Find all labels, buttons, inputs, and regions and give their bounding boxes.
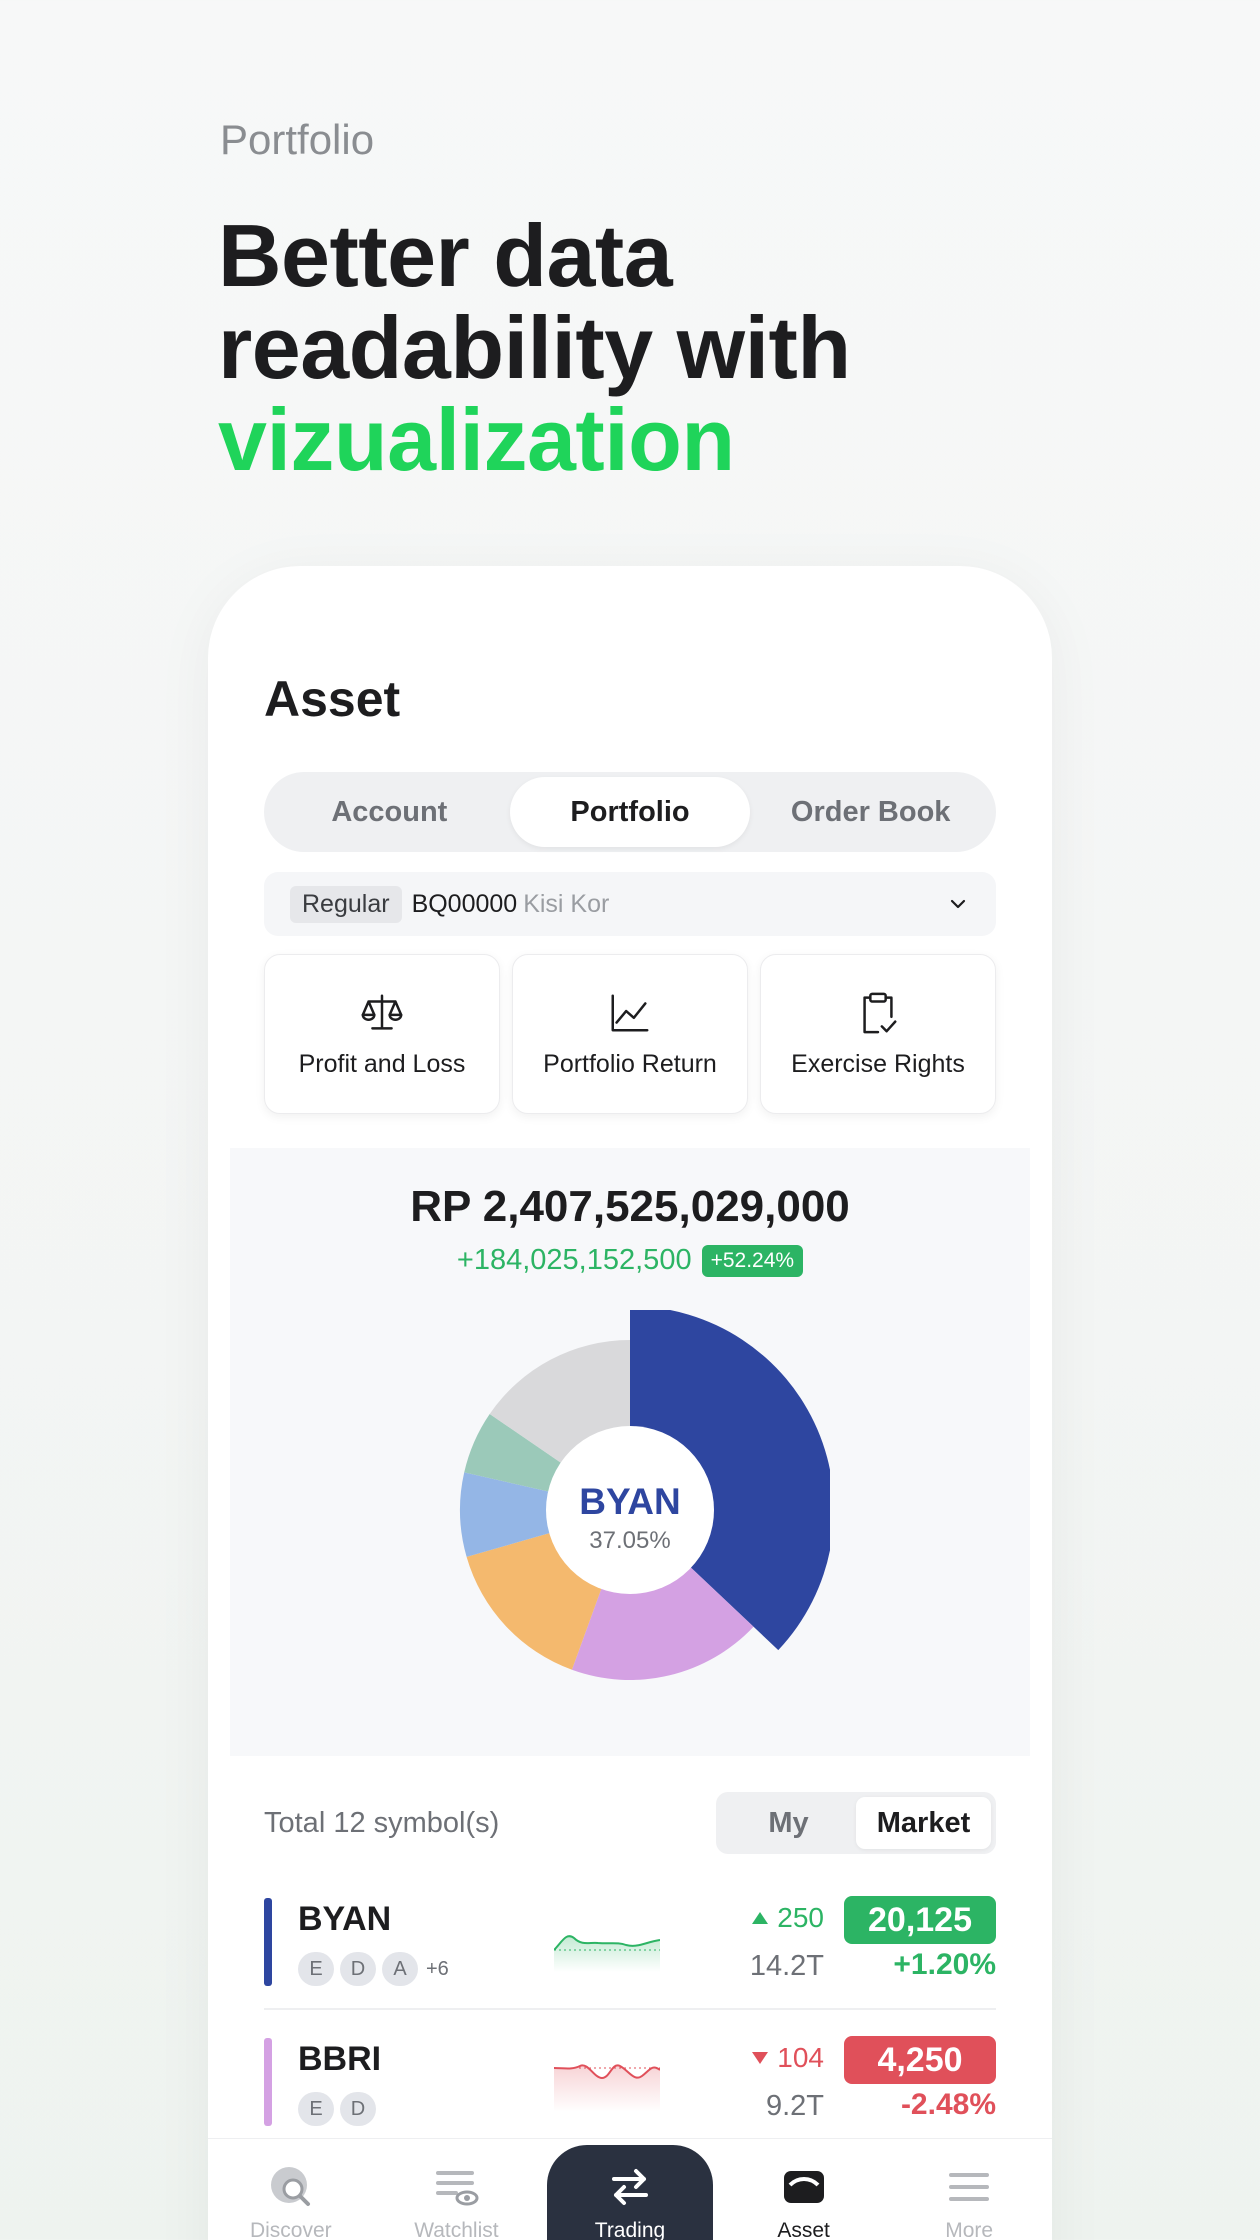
holding-color-bar: [264, 1898, 272, 1986]
holding-change-value: 250: [777, 1902, 824, 1933]
badge-e: E: [298, 1952, 334, 1986]
donut-center-percent: 37.05%: [589, 1527, 670, 1554]
row-divider: [264, 2008, 996, 2010]
toggle-market[interactable]: Market: [856, 1797, 991, 1849]
bottom-nav: Discover Watchlist Trading Asset More: [208, 2138, 1052, 2240]
badge-a: A: [382, 1952, 418, 1986]
holding-price: 4,250: [844, 2036, 996, 2084]
holding-price: 20,125: [844, 1896, 996, 1944]
nav-discover-label: Discover: [249, 2219, 332, 2240]
my-market-toggle: My Market: [716, 1792, 996, 1854]
holding-change: 250: [751, 1902, 824, 1934]
symbols-bar: Total 12 symbol(s) My Market: [264, 1792, 996, 1854]
badge-d: D: [340, 2092, 376, 2126]
nav-asset[interactable]: Asset: [721, 2139, 887, 2240]
nav-discover[interactable]: Discover: [208, 2139, 374, 2240]
sparkline-up: [554, 1935, 660, 1972]
holding-symbol: BYAN: [298, 1900, 392, 1938]
holding-change: 104: [751, 2042, 824, 2074]
nav-watchlist[interactable]: Watchlist: [374, 2139, 540, 2240]
nav-more[interactable]: More: [886, 2139, 1052, 2240]
nav-asset-label: Asset: [777, 2219, 830, 2240]
holding-row[interactable]: BBRI E D 104 9.2T 4,250 -2.48%: [264, 2032, 996, 2152]
headline-line-2: readability with: [218, 298, 851, 397]
portfolio-gain-badge: +52.24%: [701, 1244, 804, 1277]
portfolio-return-label: Portfolio Return: [543, 1049, 717, 1078]
headline-accent: vizualization: [218, 390, 735, 489]
donut-center-symbol: BYAN: [579, 1481, 680, 1522]
scale-icon: [361, 994, 403, 1030]
headline-line-1: Better data: [218, 206, 673, 305]
watchlist-icon: [436, 2171, 479, 2206]
badge-e: E: [298, 2092, 334, 2126]
holding-percent: -2.48%: [900, 2088, 996, 2121]
swap-arrows-icon: [611, 2169, 648, 2205]
profit-and-loss-button[interactable]: Profit and Loss: [264, 954, 500, 1114]
holding-change-value: 104: [777, 2042, 824, 2073]
tab-portfolio[interactable]: Portfolio: [509, 777, 751, 847]
clipboard-check-icon: [863, 992, 897, 1033]
holding-color-bar: [264, 2038, 272, 2126]
hero-headline: Better data readability with vizualizati…: [218, 210, 851, 486]
wallet-icon: [783, 2171, 824, 2203]
portfolio-gain-row: +184,025,152,500 +52.24%: [230, 1244, 1030, 1277]
account-name: Kisi Kor: [523, 889, 610, 918]
account-type-tag: Regular: [290, 885, 402, 923]
account-number: BQ00000: [411, 889, 518, 918]
triangle-down-icon: [752, 2052, 769, 2064]
allocation-donut-chart[interactable]: BYAN 37.05%: [430, 1310, 830, 1710]
portfolio-return-button[interactable]: Portfolio Return: [512, 954, 748, 1114]
symbol-count: Total 12 symbol(s): [264, 1806, 500, 1839]
quick-actions: Profit and Loss Portfolio Return Exercis…: [264, 954, 996, 1114]
asset-tabs: Account Portfolio Order Book: [264, 772, 996, 852]
badge-d: D: [340, 1952, 376, 1986]
holding-volume: 9.2T: [765, 2090, 824, 2122]
page-title: Asset: [264, 671, 401, 727]
badge-more: +6: [426, 1957, 449, 1980]
line-chart-icon: [611, 994, 649, 1031]
holding-symbol: BBRI: [298, 2040, 382, 2078]
sparkline-down: [554, 2064, 660, 2112]
phone-screen: Asset Account Portfolio Order Book Regul…: [208, 566, 1052, 2240]
discover-icon: [270, 2167, 310, 2206]
triangle-up-icon: [752, 1912, 769, 1924]
exercise-rights-button[interactable]: Exercise Rights: [760, 954, 996, 1114]
portfolio-gain-value: +184,025,152,500: [456, 1244, 692, 1276]
nav-trading[interactable]: Trading: [547, 2145, 713, 2240]
menu-icon: [949, 2173, 990, 2201]
nav-trading-label: Trading: [594, 2219, 666, 2240]
profit-and-loss-label: Profit and Loss: [298, 1049, 466, 1078]
holding-badges: E D A +6: [298, 1952, 449, 1986]
holding-percent: +1.20%: [893, 1948, 996, 1981]
portfolio-total-value: RP 2,407,525,029,000: [410, 1182, 850, 1231]
holding-row[interactable]: BYAN E D A +6 250 14.2T 20,125 +1.20%: [264, 1892, 996, 2012]
exercise-rights-label: Exercise Rights: [791, 1049, 965, 1078]
portfolio-summary: RP 2,407,525,029,000 +184,025,152,500 +5…: [230, 1148, 1030, 1756]
tab-account[interactable]: Account: [269, 777, 510, 847]
toggle-my[interactable]: My: [721, 1797, 856, 1849]
holding-volume: 14.2T: [749, 1950, 824, 1982]
account-selector[interactable]: Regular BQ00000 Kisi Kor: [264, 872, 996, 936]
nav-watchlist-label: Watchlist: [414, 2219, 499, 2240]
nav-more-label: More: [945, 2219, 994, 2240]
tab-order-book[interactable]: Order Book: [750, 777, 991, 847]
hero-eyebrow: Portfolio: [220, 116, 375, 163]
holding-badges: E D: [298, 2092, 376, 2126]
chevron-down-icon: [950, 899, 966, 909]
